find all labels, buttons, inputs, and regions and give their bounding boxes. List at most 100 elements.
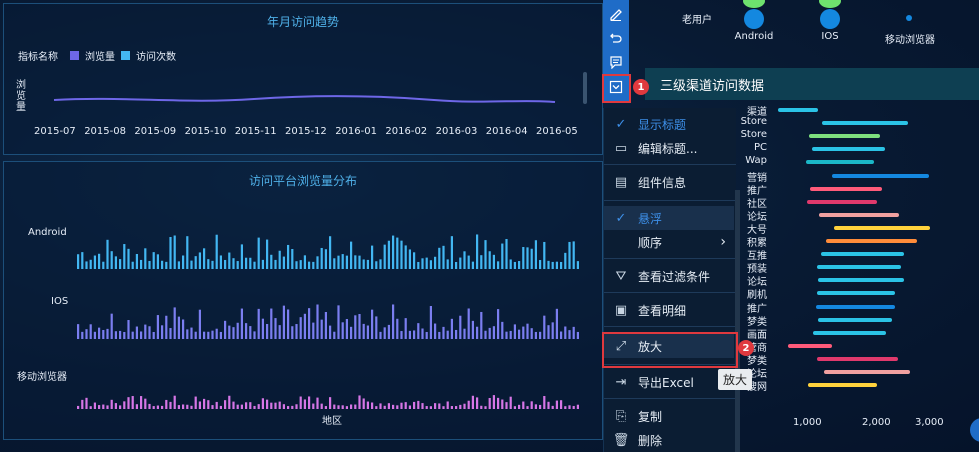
platform-bar bbox=[278, 325, 281, 339]
platform-bar bbox=[127, 320, 130, 339]
menu-item-view-filters[interactable]: ⛛ 查看过滤条件 bbox=[604, 264, 734, 288]
menu-item-delete[interactable]: 🗑 删除 bbox=[604, 428, 734, 452]
platform-bar bbox=[366, 401, 369, 409]
channel-bar bbox=[817, 291, 895, 296]
platform-bar bbox=[190, 327, 193, 339]
platform-bar bbox=[467, 308, 470, 339]
trend-x-tick: 2015-10 bbox=[184, 126, 227, 137]
platform-bar bbox=[421, 403, 424, 409]
platform-bar bbox=[228, 325, 231, 339]
platform-bar bbox=[253, 261, 256, 269]
menu-item-copy[interactable]: ⎘ 复制 bbox=[604, 404, 734, 428]
trend-panel: 年月访问趋势 指标名称 浏览量 访问次数 浏览量 2015-07 2015-08 2… bbox=[3, 3, 603, 155]
channel-bar bbox=[824, 370, 910, 374]
platform-bar bbox=[337, 305, 340, 339]
undo-icon[interactable] bbox=[605, 27, 627, 49]
platform-bar bbox=[438, 403, 441, 409]
platform-bar bbox=[534, 331, 537, 339]
platform-bar bbox=[417, 400, 420, 409]
platform-bar bbox=[560, 261, 563, 269]
platform-bar bbox=[534, 240, 537, 269]
platform-bar bbox=[131, 261, 134, 269]
platform-bar bbox=[186, 329, 189, 339]
platform-bar bbox=[228, 395, 231, 409]
platform-bar bbox=[98, 405, 101, 409]
platform-bar bbox=[85, 261, 88, 269]
platform-bar bbox=[413, 252, 416, 269]
platform-bar bbox=[89, 324, 92, 339]
platform-bar bbox=[186, 404, 189, 409]
platform-bar bbox=[295, 261, 298, 269]
platform-bar bbox=[375, 316, 378, 339]
platform-bar bbox=[379, 331, 382, 339]
platform-bar bbox=[362, 398, 365, 409]
platform-bar bbox=[110, 313, 113, 339]
chevron-right-icon: › bbox=[720, 234, 726, 250]
edit-icon[interactable] bbox=[605, 3, 627, 25]
channel-bar bbox=[812, 147, 885, 152]
menu-item-edit-title[interactable]: ▭ 编辑标题... bbox=[604, 136, 734, 160]
platform-bar bbox=[341, 405, 344, 409]
platform-bar bbox=[207, 400, 210, 409]
platform-bar bbox=[236, 261, 239, 269]
menu-item-view-detail[interactable]: ▣ 查看明细 bbox=[604, 298, 734, 322]
platform-bar bbox=[459, 315, 462, 339]
platform-bar bbox=[497, 309, 500, 339]
trend-x-tick: 2016-05 bbox=[536, 126, 578, 137]
platform-bar bbox=[568, 405, 571, 409]
platform-bar bbox=[261, 398, 264, 409]
platform-bar bbox=[392, 404, 395, 409]
trend-x-tick: 2015-11 bbox=[234, 126, 277, 137]
menu-item-order[interactable]: 顺序 › bbox=[604, 230, 734, 254]
channel-tick-1000: 1,000 bbox=[793, 417, 822, 428]
platform-bar bbox=[194, 396, 197, 409]
comment-icon[interactable] bbox=[605, 51, 627, 73]
platform-bar bbox=[551, 405, 554, 409]
platform-bar bbox=[240, 244, 243, 269]
platform-bar bbox=[165, 315, 168, 339]
platform-bar bbox=[93, 331, 96, 339]
platform-bar bbox=[555, 400, 558, 409]
platform-bar bbox=[568, 241, 571, 269]
channel-bar bbox=[822, 121, 908, 126]
platform-bar bbox=[501, 243, 504, 269]
channel-bar bbox=[818, 278, 904, 283]
platform-bar bbox=[526, 323, 529, 339]
menu-item-export-excel[interactable]: ⇥ 导出Excel bbox=[604, 370, 734, 394]
platform-bar bbox=[203, 398, 206, 409]
platform-bar bbox=[203, 248, 206, 269]
platform-bar bbox=[299, 396, 302, 409]
platform-bar bbox=[333, 404, 336, 409]
caption-mobile-browser: 移动浏览器 bbox=[885, 35, 935, 46]
platform-bar bbox=[186, 236, 189, 269]
platform-bar bbox=[438, 331, 441, 339]
platform-bar bbox=[455, 261, 458, 269]
menu-item-float[interactable]: ✓ 悬浮 bbox=[604, 206, 734, 230]
platform-bar bbox=[194, 256, 197, 269]
trend-x-tick: 2015-09 bbox=[134, 126, 177, 137]
platform-bar bbox=[350, 404, 353, 409]
platform-bar bbox=[560, 331, 563, 339]
channel-bar bbox=[807, 199, 877, 204]
platform-bar bbox=[144, 324, 147, 339]
platform-bar bbox=[102, 330, 105, 339]
platform-bar bbox=[471, 261, 474, 269]
menu-item-component-info[interactable]: ▤ 组件信息 bbox=[604, 170, 734, 194]
platform-bar bbox=[438, 247, 441, 269]
platform-bar bbox=[93, 255, 96, 269]
channel-bar bbox=[778, 108, 818, 112]
old-user-label: 老用户 bbox=[682, 15, 712, 26]
menu-scrollbar[interactable] bbox=[735, 190, 740, 452]
corner-button[interactable] bbox=[970, 418, 979, 442]
platform-bar bbox=[337, 405, 340, 409]
platform-bar bbox=[123, 401, 126, 409]
platform-bar bbox=[324, 249, 327, 269]
platform-bar bbox=[219, 405, 222, 409]
platform-bar bbox=[379, 259, 382, 269]
platform-bar bbox=[396, 237, 399, 269]
check-icon: ✓ bbox=[615, 116, 627, 132]
trend-line-pv bbox=[53, 95, 556, 103]
platform-bar bbox=[484, 406, 487, 409]
platform-bar bbox=[551, 322, 554, 339]
menu-item-show-title[interactable]: ✓ 显示标题 bbox=[604, 112, 734, 136]
